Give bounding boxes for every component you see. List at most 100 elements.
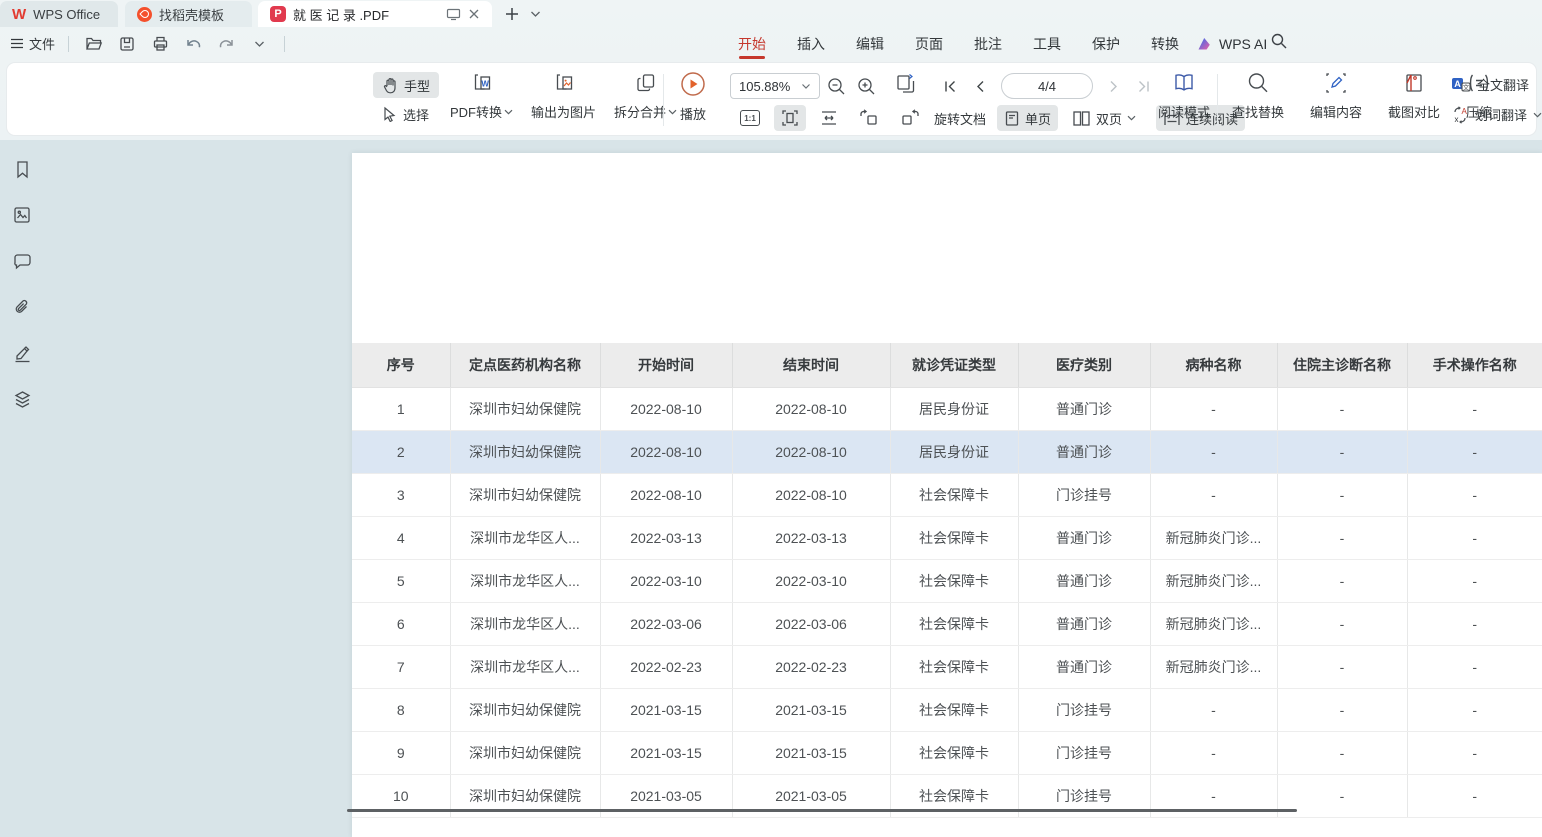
select-tool-button[interactable]: 选择	[373, 101, 439, 127]
table-cell: -	[1407, 731, 1542, 774]
monitor-icon[interactable]	[446, 8, 461, 21]
table-cell: 2022-02-23	[732, 645, 890, 688]
tab-list-chevron-icon[interactable]	[530, 10, 541, 18]
svg-text:A: A	[1462, 107, 1468, 116]
word-translation-button[interactable]: xA 划词翻译	[1451, 102, 1542, 127]
menu-tab-编辑[interactable]: 编辑	[856, 27, 884, 60]
tab-document[interactable]: P 就 医 记 录 .PDF	[258, 1, 492, 27]
export-as-image-button[interactable]: 输出为图片	[524, 65, 603, 121]
play-button[interactable]: 播放	[673, 65, 713, 123]
tab-docer-templates[interactable]: 找稻壳模板	[125, 1, 252, 27]
hand-icon	[382, 77, 398, 94]
column-header: 就诊凭证类型	[890, 343, 1018, 387]
tab-wps-office[interactable]: W WPS Office	[0, 1, 118, 27]
menu-tab-页面[interactable]: 页面	[915, 27, 943, 60]
rotate-left-button[interactable]	[852, 105, 886, 131]
table-horizontal-scrollbar[interactable]	[347, 809, 1297, 812]
table-cell: 2022-03-10	[600, 559, 732, 602]
table-cell: 1	[352, 387, 450, 430]
page-indicator-input[interactable]: 4/4	[1001, 73, 1093, 99]
read-mode-button[interactable]: 阅读模式	[1151, 65, 1217, 121]
new-tab-button[interactable]	[504, 6, 520, 22]
zoom-in-button[interactable]	[853, 73, 879, 99]
menu-tab-工具[interactable]: 工具	[1033, 27, 1061, 60]
pdf-convert-button[interactable]: W PDF转换	[443, 65, 520, 121]
screenshot-compare-button[interactable]: 截图对比	[1381, 65, 1447, 121]
pages-refresh-icon	[894, 72, 918, 96]
edit-content-button[interactable]: 编辑内容	[1303, 65, 1369, 121]
table-cell: 新冠肺炎门诊...	[1150, 516, 1277, 559]
table-cell: 居民身份证	[890, 387, 1018, 430]
table-cell: -	[1277, 516, 1407, 559]
divider	[1217, 74, 1218, 126]
open-file-button[interactable]	[82, 32, 106, 56]
zoom-level-select[interactable]: 105.88%	[730, 73, 820, 99]
menu-tab-开始[interactable]: 开始	[738, 27, 766, 60]
word-translation-label: 划词翻译	[1475, 105, 1527, 124]
print-button[interactable]	[148, 32, 172, 56]
previous-page-button[interactable]	[967, 73, 993, 99]
screenshot-compare-icon	[1402, 71, 1426, 95]
table-cell: 2022-03-13	[600, 516, 732, 559]
close-tab-icon[interactable]	[468, 8, 480, 20]
page-organize-button[interactable]	[893, 71, 919, 97]
table-cell: 社会保障卡	[890, 473, 1018, 516]
full-translation-button[interactable]: A文 全文翻译	[1451, 72, 1542, 97]
hand-tool-button[interactable]: 手型	[373, 72, 439, 98]
menu-tab-保护[interactable]: 保护	[1092, 27, 1120, 60]
table-cell: 2022-03-06	[600, 602, 732, 645]
tab-wps-office-label: WPS Office	[33, 7, 100, 22]
menu-tab-转换[interactable]: 转换	[1151, 27, 1179, 60]
column-header: 定点医药机构名称	[450, 343, 600, 387]
table-cell: 社会保障卡	[890, 688, 1018, 731]
table-cell: 社会保障卡	[890, 559, 1018, 602]
table-cell: 深圳市龙华区人...	[450, 645, 600, 688]
pdf-page[interactable]: 序号定点医药机构名称开始时间结束时间就诊凭证类型医疗类别病种名称住院主诊断名称手…	[352, 153, 1542, 837]
save-button[interactable]	[115, 32, 139, 56]
table-cell: -	[1150, 387, 1277, 430]
first-page-button[interactable]	[937, 73, 963, 99]
zoom-in-icon	[857, 77, 876, 96]
wps-ai-button[interactable]: WPS AI	[1196, 27, 1267, 60]
find-replace-button[interactable]: 查找替换	[1225, 65, 1291, 121]
table-cell: 深圳市妇幼保健院	[450, 473, 600, 516]
table-cell: 8	[352, 688, 450, 731]
table-cell: 社会保障卡	[890, 645, 1018, 688]
table-row: 7深圳市龙华区人...2022-02-232022-02-23社会保障卡普通门诊…	[352, 645, 1542, 688]
quick-access-toolbar: 文件	[0, 32, 289, 56]
fit-width-button[interactable]	[813, 105, 845, 131]
redo-button[interactable]	[214, 32, 238, 56]
rotate-right-button[interactable]	[893, 105, 927, 131]
file-menu-button[interactable]: 文件	[10, 34, 55, 53]
comment-icon[interactable]	[9, 248, 35, 274]
column-header: 医疗类别	[1018, 343, 1150, 387]
signature-icon[interactable]	[9, 340, 35, 366]
zoom-out-button[interactable]	[823, 73, 849, 99]
rotate-doc-label[interactable]: 旋转文档	[934, 109, 986, 128]
next-page-button[interactable]	[1101, 73, 1127, 99]
table-cell: 深圳市龙华区人...	[450, 559, 600, 602]
single-page-button[interactable]: 单页	[997, 105, 1058, 131]
quickbar-more-chevron-icon[interactable]	[247, 32, 271, 56]
two-page-button[interactable]: 双页	[1065, 105, 1143, 131]
table-cell: -	[1407, 602, 1542, 645]
full-translation-icon: A文	[1451, 76, 1471, 93]
svg-text:A: A	[1454, 79, 1461, 89]
attachment-icon[interactable]	[9, 294, 35, 320]
column-header: 病种名称	[1150, 343, 1277, 387]
menu-tab-批注[interactable]: 批注	[974, 27, 1002, 60]
menu-tab-插入[interactable]: 插入	[797, 27, 825, 60]
actual-size-button[interactable]: 1:1	[733, 105, 767, 131]
thumbnail-icon[interactable]	[9, 202, 35, 228]
table-row: 8深圳市妇幼保健院2021-03-152021-03-15社会保障卡门诊挂号--…	[352, 688, 1542, 731]
page-navigation: 4/4	[937, 73, 1157, 99]
table-cell: 2	[352, 430, 450, 473]
bookmark-icon[interactable]	[9, 156, 35, 182]
layers-icon[interactable]	[9, 386, 35, 412]
search-button[interactable]	[1270, 32, 1288, 50]
undo-button[interactable]	[181, 32, 205, 56]
zoom-level-value: 105.88%	[739, 79, 790, 94]
table-cell: -	[1407, 559, 1542, 602]
fit-page-button[interactable]	[774, 105, 806, 131]
table-cell: -	[1150, 430, 1277, 473]
